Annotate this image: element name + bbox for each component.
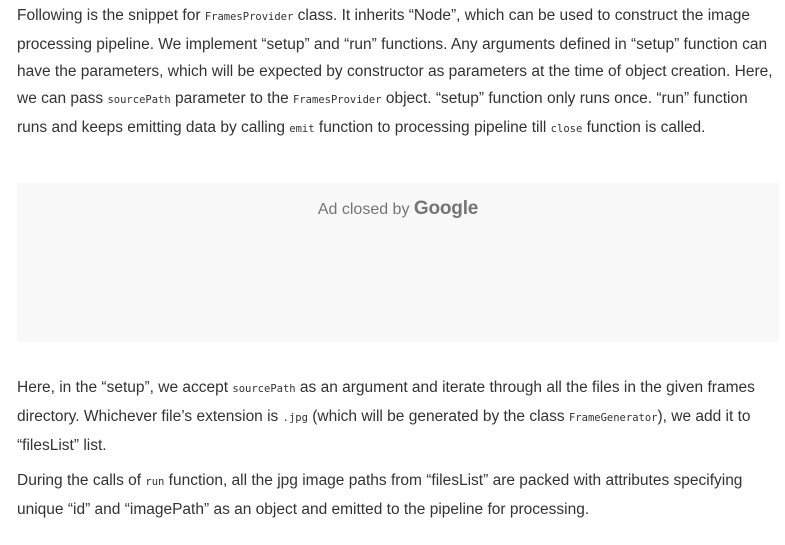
inline-code-close: close bbox=[550, 123, 583, 135]
text-segment: function to processing pipeline till bbox=[314, 119, 551, 136]
inline-code-framegenerator: FrameGenerator bbox=[568, 412, 658, 424]
inline-code-run: run bbox=[145, 476, 165, 488]
ad-closed-label: Ad closed by bbox=[317, 201, 414, 218]
ad-placeholder: Ad closed by Google bbox=[17, 183, 779, 342]
paragraph-run: During the calls of run function, all th… bbox=[17, 467, 779, 523]
inline-code-framesprovider: FramesProvider bbox=[293, 94, 382, 106]
text-segment: function is called. bbox=[582, 119, 706, 136]
inline-code-sourcepath: sourcePath bbox=[232, 383, 296, 395]
text-segment: Following is the snippet for bbox=[17, 7, 205, 24]
text-segment: Here, in the “setup”, we accept bbox=[17, 379, 233, 396]
article-content: Following is the snippet for FramesProvi… bbox=[17, 0, 779, 523]
text-segment: During the calls of bbox=[17, 472, 146, 489]
text-segment: parameter to the bbox=[170, 90, 294, 107]
paragraph-frames-provider: Following is the snippet for FramesProvi… bbox=[17, 0, 779, 143]
text-segment: (which will be generated by the class bbox=[307, 408, 569, 425]
google-logo: Google bbox=[413, 198, 479, 219]
paragraph-setup: Here, in the “setup”, we accept sourcePa… bbox=[17, 374, 779, 459]
inline-code-emit: emit bbox=[289, 123, 315, 135]
inline-code-framesprovider: FramesProvider bbox=[204, 11, 294, 23]
ad-closed-notice: Ad closed by Google bbox=[17, 197, 779, 222]
inline-code-sourcepath: sourcePath bbox=[107, 94, 171, 106]
inline-code-jpg: .jpg bbox=[282, 412, 308, 424]
